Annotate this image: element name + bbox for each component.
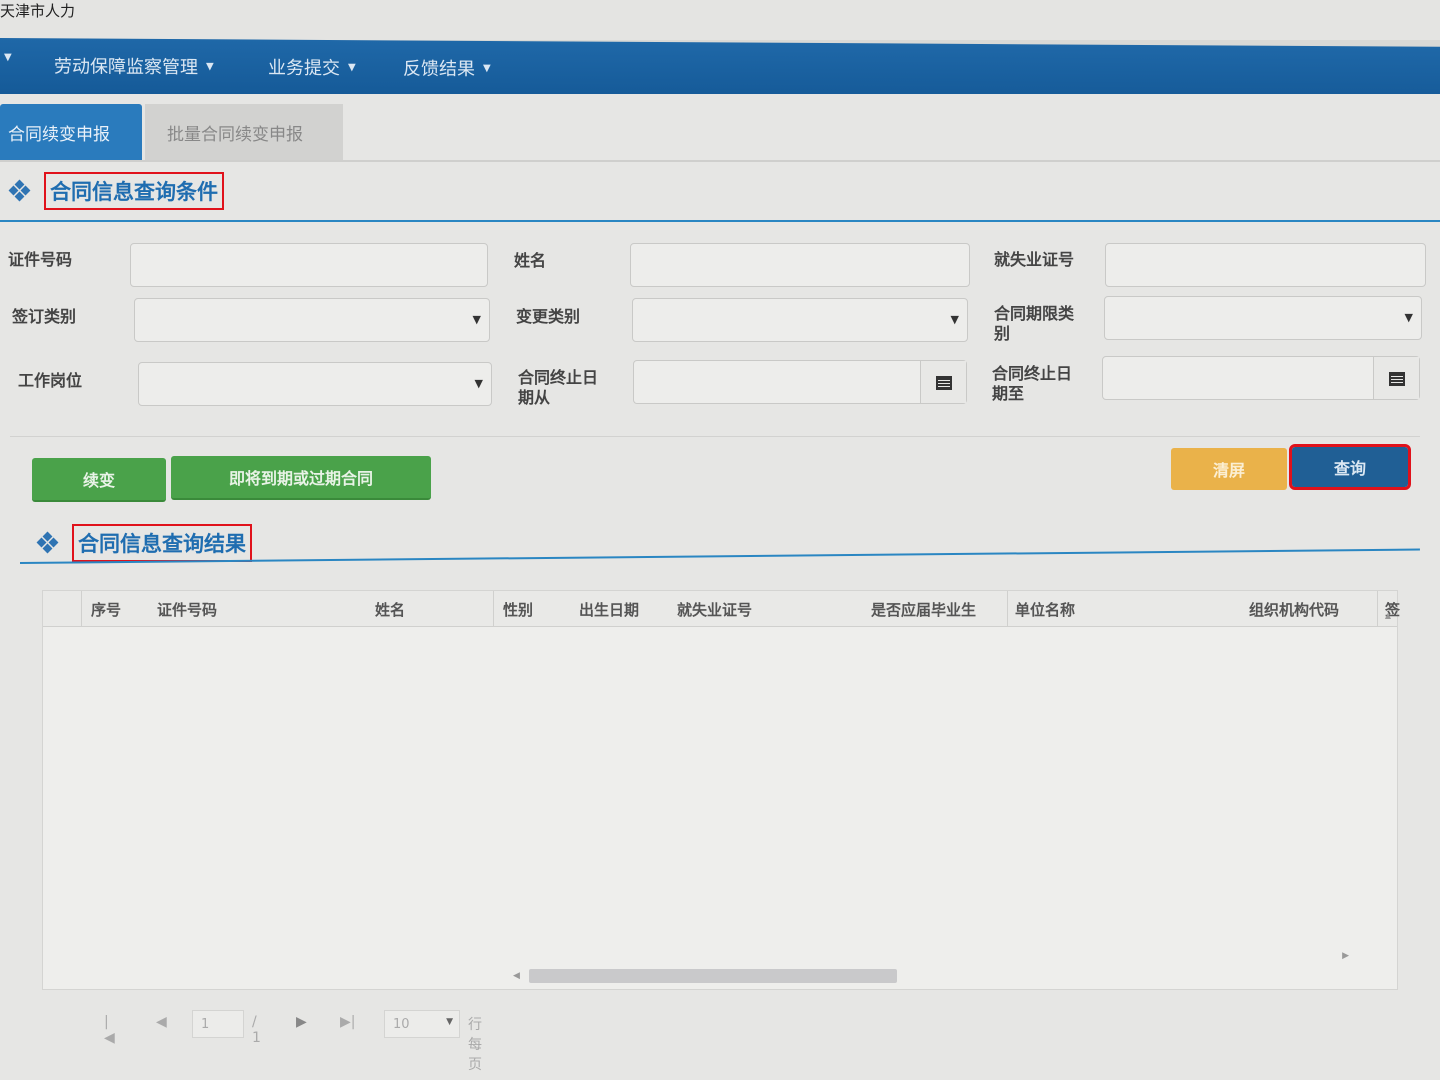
per-page-label: 行每页 [468,1017,482,1073]
page-size-select[interactable]: 10 ▼ [384,1010,460,1038]
col-header-org-code[interactable]: 组织机构代码 [1249,599,1339,620]
position-label: 工作岗位 [18,371,83,390]
form-divider [10,436,1420,437]
change-type-select[interactable]: ▼ [632,298,968,342]
app-title: 天津市人力 [0,2,76,20]
employment-no-input[interactable] [1105,243,1426,287]
last-page-icon[interactable]: ▶| [340,1014,355,1030]
prev-page-icon[interactable]: ◀ [156,1014,167,1030]
end-from-label: 合同终止日 期从 [518,368,598,408]
horizontal-scrollbar-thumb[interactable] [529,969,897,983]
caret-down-icon: ▼ [483,62,491,74]
position-select[interactable]: ▼ [138,362,492,406]
page-input[interactable]: 1 [192,1010,244,1038]
column-separator [1377,591,1378,627]
caret-down-icon: ▼ [1404,311,1413,324]
end-from-calendar-button[interactable] [920,361,966,403]
caret-down-icon: ▼ [4,52,12,64]
expiring-contracts-button[interactable]: 即将到期或过期合同 [171,456,431,500]
caret-down-icon: ▼ [348,61,356,73]
tab-label: 批量合同续变申报 [167,124,303,145]
term-type-label: 合同期限类 别 [994,304,1074,344]
end-to-label-line1: 合同终止日 [992,364,1073,383]
tab-batch-contract-renewal[interactable]: 批量合同续变申报 [145,104,343,160]
name-input[interactable] [630,243,970,287]
caret-down-icon: ▼ [950,313,959,326]
term-type-label-line2: 别 [994,324,1011,343]
end-from-label-line1: 合同终止日 [518,368,599,387]
first-page-icon[interactable]: |◀ [104,1014,115,1046]
renew-button[interactable]: 续变 [32,458,166,502]
id-no-label: 证件号码 [8,250,73,269]
end-to-calendar-button[interactable] [1373,357,1419,399]
end-to-label: 合同终止日 期至 [992,364,1072,404]
results-section-title: 合同信息查询结果 [72,524,252,562]
results-grid-header: 序号 证件号码 姓名 性别 出生日期 就失业证号 是否应届毕业生 单位名称 组织… [43,591,1400,627]
scroll-left-icon[interactable]: ◀ [513,971,520,981]
nav-menu-caret[interactable]: ▼ [4,52,12,63]
end-to-date-field[interactable] [1102,356,1420,400]
nav-item-labor-inspection[interactable]: 劳动保障监察管理 ▼ [54,52,214,79]
col-header-gender[interactable]: 性别 [503,599,533,620]
query-section-rule [0,220,1440,222]
tab-label: 合同续变申报 [8,124,110,145]
nav-item-feedback[interactable]: 反馈结果 ▼ [403,54,491,81]
col-header-name[interactable]: 姓名 [375,599,405,620]
caret-down-icon: ▼ [446,1017,453,1027]
column-separator [1007,591,1008,627]
query-section-title: 合同信息查询条件 [44,172,224,210]
col-header-employment-no[interactable]: 就失业证号 [677,599,752,620]
end-from-date-field[interactable] [633,360,967,404]
tab-divider [0,160,1440,162]
clear-button[interactable]: 清屏 [1171,448,1287,490]
nav-item-label: 业务提交 [268,57,340,80]
scroll-up-icon[interactable]: ▲ [1385,611,1391,620]
results-grid: 序号 证件号码 姓名 性别 出生日期 就失业证号 是否应届毕业生 单位名称 组织… [42,590,1400,990]
calendar-icon [935,374,952,390]
next-page-icon[interactable]: ▶ [296,1014,307,1030]
tab-contract-renewal[interactable]: 合同续变申报 [0,104,142,160]
nav-item-label: 劳动保障监察管理 [54,56,198,79]
diamond-cluster-icon [36,531,59,554]
caret-down-icon: ▼ [206,60,214,72]
title-bar: 天津市人力 [0,0,1440,40]
sign-type-select[interactable]: ▼ [134,298,490,342]
col-header-id-no[interactable]: 证件号码 [157,599,217,620]
nav-item-label: 反馈结果 [403,58,475,80]
column-separator [493,591,494,627]
sign-type-label: 签订类别 [12,307,77,326]
end-to-label-line2: 期至 [992,384,1025,403]
term-type-label-line1: 合同期限类 [994,304,1075,323]
col-header-company-name[interactable]: 单位名称 [1015,599,1075,620]
page-size-value: 10 [393,1016,410,1032]
results-section-header: 合同信息查询结果 [36,524,252,562]
id-no-input[interactable] [130,243,488,287]
term-type-select[interactable]: ▼ [1104,296,1422,340]
col-header-fresh-graduate[interactable]: 是否应届毕业生 [871,599,976,620]
name-label: 姓名 [514,251,547,270]
vertical-scrollbar[interactable] [1383,631,1393,971]
col-header-index[interactable]: 序号 [91,599,121,620]
caret-down-icon: ▼ [474,377,483,390]
diamond-cluster-icon [8,179,31,202]
scroll-right-icon[interactable]: ▶ [1342,951,1349,961]
change-type-label: 变更类别 [516,307,581,326]
col-header-birth-date[interactable]: 出生日期 [579,599,639,620]
calendar-icon [1388,370,1405,386]
end-from-label-line2: 期从 [518,388,551,407]
caret-down-icon: ▼ [472,313,481,326]
search-button[interactable]: 查询 [1289,444,1411,490]
query-section-header: 合同信息查询条件 [8,172,224,210]
employment-no-label: 就失业证号 [994,250,1075,269]
column-separator [81,591,82,627]
page-total: / 1 [252,1014,261,1046]
nav-item-business-submit[interactable]: 业务提交 ▼ [268,54,356,81]
